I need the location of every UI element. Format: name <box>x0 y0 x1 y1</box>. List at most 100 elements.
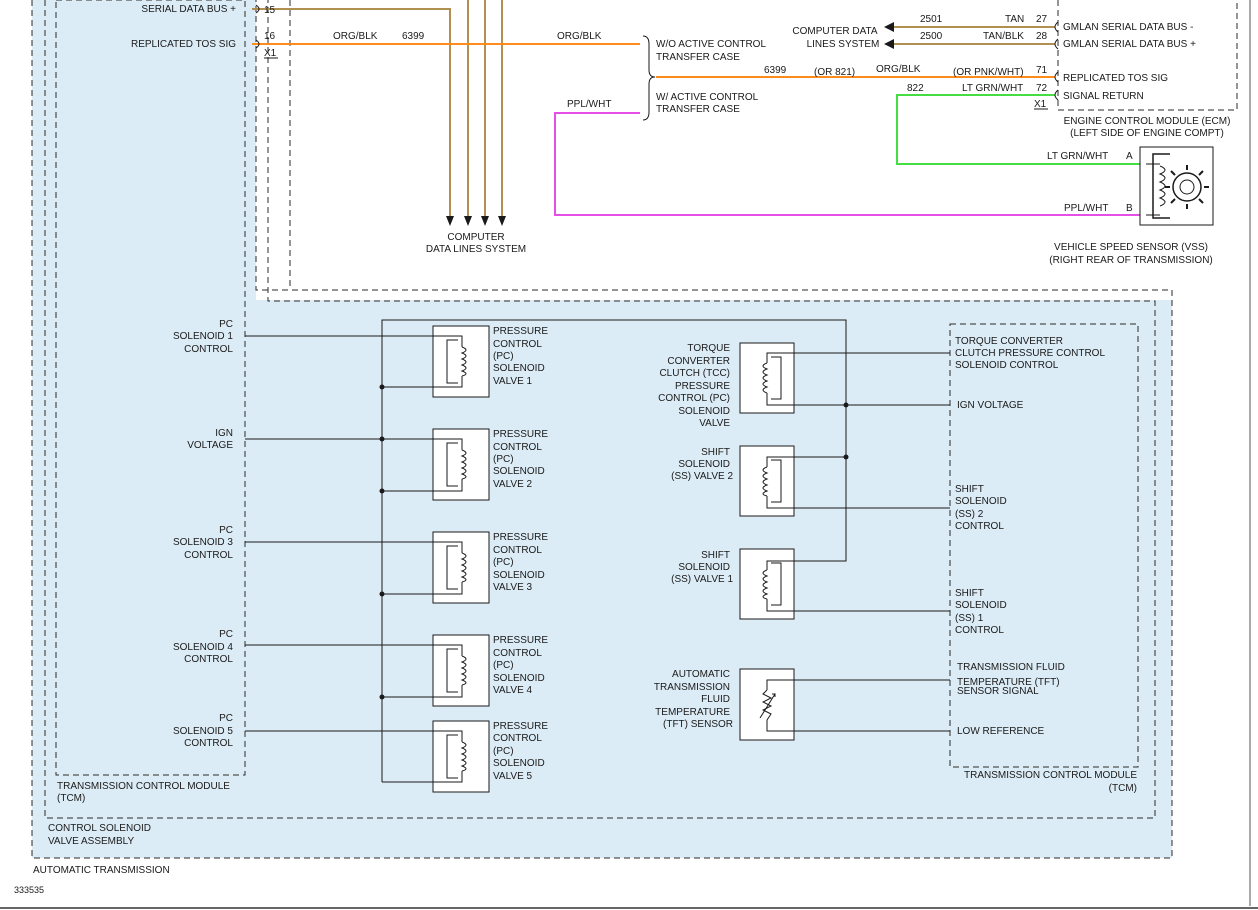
solenoid-assembly-title-line1: CONTROL SOLENOID <box>48 823 151 834</box>
ecm-gmlan-minus-label: GMLAN SERIAL DATA BUS - <box>1063 22 1193 33</box>
computer-data-lines-bottom-line2: DATA LINES SYSTEM <box>426 244 526 255</box>
svg-text:SOLENOID: SOLENOID <box>678 459 730 470</box>
ecm-wire-tan-blk: TAN/BLK <box>983 31 1024 42</box>
ecm-title-line1: ENGINE CONTROL MODULE (ECM) <box>1064 116 1231 127</box>
tcm-right-title-line1: TRANSMISSION CONTROL MODULE <box>964 770 1137 781</box>
ecm-pin-28: 28 <box>1036 31 1048 42</box>
ecm-circuit-2501: 2501 <box>920 14 943 25</box>
tcm-ign-voltage-right-label: IGN VOLTAGE <box>957 400 1024 411</box>
vss-wire-a-label: LT GRN/WHT <box>1047 151 1108 162</box>
svg-text:TORQUE CONVERTER: TORQUE CONVERTER <box>955 336 1063 347</box>
ecm-title-line2: (LEFT SIDE OF ENGINE COMPT) <box>1070 128 1224 139</box>
svg-text:SOLENOID: SOLENOID <box>678 406 730 417</box>
svg-text:(PC): (PC) <box>493 454 514 465</box>
svg-text:SHIFT: SHIFT <box>955 588 984 599</box>
svg-text:CONTROL: CONTROL <box>493 648 542 659</box>
svg-text:CLUTCH (TCC): CLUTCH (TCC) <box>659 368 730 379</box>
ecm-data-arrow-1 <box>884 22 894 32</box>
svg-text:PRESSURE: PRESSURE <box>493 429 548 440</box>
transfer-case-brace <box>642 35 656 121</box>
svg-text:SOLENOID CONTROL: SOLENOID CONTROL <box>955 360 1059 371</box>
ecm-data-arrow-2 <box>884 39 894 49</box>
vss-wire-b-label: PPL/WHT <box>1064 203 1108 214</box>
svg-text:(PC): (PC) <box>493 557 514 568</box>
wiring-diagram: 15 16 X1 SERIAL DATA BUS + REPLICATED TO… <box>0 0 1258 909</box>
vss-pin-a: A <box>1126 151 1133 162</box>
svg-text:CONVERTER: CONVERTER <box>667 356 730 367</box>
solenoid-assembly-title-line2: VALVE ASSEMBLY <box>48 836 134 847</box>
tcm-right-title-line2: (TCM) <box>1109 783 1137 794</box>
data-line-arrow-4 <box>498 216 506 226</box>
svg-text:PC: PC <box>219 713 233 724</box>
svg-text:SENSOR SIGNAL: SENSOR SIGNAL <box>957 686 1039 697</box>
svg-text:SOLENOID 1: SOLENOID 1 <box>173 331 233 342</box>
svg-text:SOLENOID: SOLENOID <box>493 673 545 684</box>
ecm-pin-71: 71 <box>1036 65 1048 76</box>
ecm-signal-return-label: SIGNAL RETURN <box>1063 91 1144 102</box>
wire-label-6399-1: 6399 <box>402 31 425 42</box>
svg-text:VALVE 3: VALVE 3 <box>493 582 533 593</box>
svg-text:SOLENOID: SOLENOID <box>493 363 545 374</box>
svg-text:PRESSURE: PRESSURE <box>493 635 548 646</box>
wire-label-ppl-wht: PPL/WHT <box>567 99 611 110</box>
svg-text:SOLENOID: SOLENOID <box>493 570 545 581</box>
w-active-transfer-case-line2: TRANSFER CASE <box>656 104 740 115</box>
tcm-left-title-line1: TRANSMISSION CONTROL MODULE <box>57 781 230 792</box>
tcm-serial-data-bus-label: SERIAL DATA BUS + <box>141 4 236 15</box>
svg-text:VALVE 1: VALVE 1 <box>493 376 533 387</box>
vss-pin-b: B <box>1126 203 1133 214</box>
svg-text:SOLENOID: SOLENOID <box>955 600 1007 611</box>
svg-text:CONTROL: CONTROL <box>184 550 233 561</box>
svg-text:(SS) 1: (SS) 1 <box>955 613 984 624</box>
svg-text:PRESSURE: PRESSURE <box>493 326 548 337</box>
svg-text:(PC): (PC) <box>493 351 514 362</box>
computer-data-lines-top-line2: LINES SYSTEM <box>807 39 880 50</box>
vss-title-line2: (RIGHT REAR OF TRANSMISSION) <box>1049 255 1213 266</box>
svg-text:CONTROL: CONTROL <box>493 733 542 744</box>
svg-text:(SS) 2: (SS) 2 <box>955 509 984 520</box>
svg-text:TRANSMISSION: TRANSMISSION <box>654 682 730 693</box>
ecm-gmlan-plus-label: GMLAN SERIAL DATA BUS + <box>1063 39 1196 50</box>
svg-text:(PC): (PC) <box>493 746 514 757</box>
ecm-connector-x1: X1 <box>1034 99 1047 110</box>
svg-text:SOLENOID 3: SOLENOID 3 <box>173 537 233 548</box>
svg-text:SHIFT: SHIFT <box>701 550 730 561</box>
wo-active-transfer-case-line1: W/O ACTIVE CONTROL <box>656 39 766 50</box>
data-line-arrow-2 <box>464 216 472 226</box>
svg-text:CONTROL: CONTROL <box>184 654 233 665</box>
svg-text:TORQUE: TORQUE <box>687 343 730 354</box>
tcm-pin-16: 16 <box>264 31 276 42</box>
ecm-pin-72: 72 <box>1036 83 1048 94</box>
wire-label-org-blk-1: ORG/BLK <box>333 31 378 42</box>
svg-text:CONTROL: CONTROL <box>955 521 1004 532</box>
svg-text:SHIFT: SHIFT <box>955 484 984 495</box>
w-active-transfer-case-line1: W/ ACTIVE CONTROL <box>656 92 759 103</box>
svg-text:FLUID: FLUID <box>701 694 730 705</box>
tcm-low-reference-label: LOW REFERENCE <box>957 726 1045 737</box>
svg-text:CONTROL: CONTROL <box>493 442 542 453</box>
data-line-arrow-3 <box>481 216 489 226</box>
svg-text:SOLENOID: SOLENOID <box>493 466 545 477</box>
wire-label-6399-2: 6399 <box>764 65 787 76</box>
svg-text:SHIFT: SHIFT <box>701 447 730 458</box>
svg-text:SOLENOID 5: SOLENOID 5 <box>173 726 233 737</box>
svg-text:SOLENOID: SOLENOID <box>955 496 1007 507</box>
svg-text:(PC): (PC) <box>493 660 514 671</box>
svg-text:VALVE 4: VALVE 4 <box>493 685 533 696</box>
svg-text:(TFT) SENSOR: (TFT) SENSOR <box>663 719 733 730</box>
computer-data-lines-top-line1: COMPUTER DATA <box>792 26 878 37</box>
svg-text:PRESSURE: PRESSURE <box>493 721 548 732</box>
svg-text:CONTROL: CONTROL <box>184 738 233 749</box>
wire-label-or-pnk-wht: (OR PNK/WHT) <box>953 67 1024 78</box>
svg-text:PRESSURE: PRESSURE <box>675 381 730 392</box>
svg-text:VOLTAGE: VOLTAGE <box>187 440 233 451</box>
svg-text:PC: PC <box>219 629 233 640</box>
svg-text:(SS) VALVE 1: (SS) VALVE 1 <box>671 574 733 585</box>
vss-title-line1: VEHICLE SPEED SENSOR (VSS) <box>1054 242 1208 253</box>
wire-label-822: 822 <box>907 83 924 94</box>
tcm-pin-15: 15 <box>264 5 276 16</box>
svg-text:CONTROL: CONTROL <box>493 545 542 556</box>
wire-label-or-821: (OR 821) <box>814 67 855 78</box>
svg-text:IGN: IGN <box>215 428 233 439</box>
tcm-replicated-tos-label: REPLICATED TOS SIG <box>131 39 236 50</box>
